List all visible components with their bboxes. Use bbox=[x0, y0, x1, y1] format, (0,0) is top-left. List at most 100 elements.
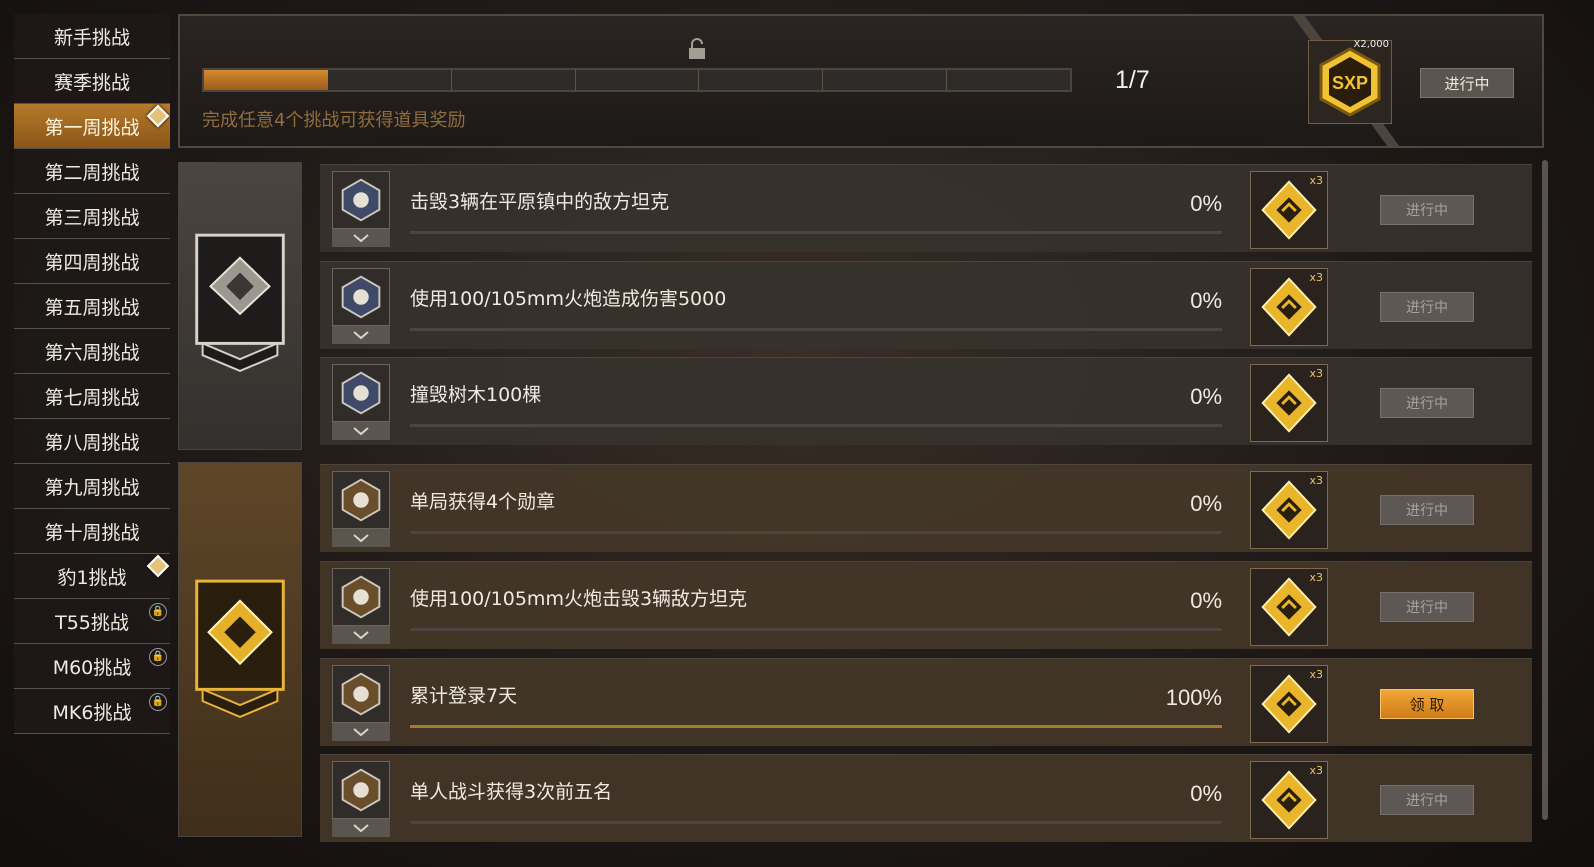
task-percent: 0% bbox=[1190, 491, 1222, 516]
sxp-status-button[interactable]: 进行中 bbox=[1420, 68, 1514, 98]
in-progress-button[interactable]: 进行中 bbox=[1380, 785, 1474, 815]
task-label: 撞毁树木100棵 bbox=[410, 384, 542, 406]
task-row: 单局获得4个勋章 0% x3 进行中 bbox=[320, 464, 1532, 552]
in-progress-button[interactable]: 进行中 bbox=[1380, 495, 1474, 525]
scrollbar[interactable] bbox=[1542, 160, 1548, 820]
sidebar-item-label: 第二周挑战 bbox=[44, 161, 140, 184]
task-row: 撞毁树木100棵 0% x3 进行中 bbox=[320, 357, 1532, 445]
sidebar-item-6[interactable]: 第四周挑战 bbox=[14, 239, 170, 284]
sidebar-item-label: 第五周挑战 bbox=[44, 296, 140, 319]
sidebar-item-label: 第四周挑战 bbox=[44, 251, 140, 274]
chevron-down-icon[interactable] bbox=[332, 229, 390, 247]
task-progress-bar bbox=[410, 424, 1222, 427]
sidebar-item-10[interactable]: 第八周挑战 bbox=[14, 419, 170, 464]
chevron-down-icon[interactable] bbox=[332, 819, 390, 837]
sidebar-item-3[interactable]: 第一周挑战 bbox=[14, 104, 170, 149]
task-reward[interactable]: x3 bbox=[1250, 171, 1328, 249]
task-progress-bar bbox=[410, 628, 1222, 631]
weekly-progress-panel: 1/7 完成任意4个挑战可获得道具奖励 X2,000 SXP 进行中 bbox=[178, 14, 1544, 148]
task-reward[interactable]: x3 bbox=[1250, 665, 1328, 743]
diamond-badge-icon bbox=[146, 554, 170, 578]
claim-button[interactable]: 领 取 bbox=[1380, 689, 1474, 719]
unlock-icon bbox=[689, 38, 705, 59]
lock-icon: 🔒 bbox=[149, 648, 167, 666]
progress-description: 完成任意4个挑战可获得道具奖励 bbox=[202, 110, 466, 131]
task-progress-bar bbox=[410, 531, 1222, 534]
task-reward[interactable]: x3 bbox=[1250, 568, 1328, 646]
task-reward[interactable]: x3 bbox=[1250, 471, 1328, 549]
sidebar-item-2[interactable]: 赛季挑战 bbox=[14, 59, 170, 104]
task-percent: 0% bbox=[1190, 191, 1222, 216]
reward-multiplier: x3 bbox=[1309, 571, 1323, 584]
chevron-down-icon[interactable] bbox=[332, 626, 390, 644]
sidebar-item-8[interactable]: 第六周挑战 bbox=[14, 329, 170, 374]
in-progress-button[interactable]: 进行中 bbox=[1380, 592, 1474, 622]
clock-icon bbox=[332, 665, 390, 723]
silver-emblem-icon bbox=[195, 233, 285, 373]
task-row: 单人战斗获得3次前五名 0% x3 进行中 bbox=[320, 754, 1532, 842]
sidebar-item-5[interactable]: 第三周挑战 bbox=[14, 194, 170, 239]
task-progress-fill bbox=[410, 725, 1222, 728]
task-row: 累计登录7天 100% x3 领 取 bbox=[320, 658, 1532, 746]
sidebar-item-16[interactable]: MK6挑战 🔒 bbox=[14, 689, 170, 734]
reward-multiplier: x3 bbox=[1309, 174, 1323, 187]
sidebar-item-label: 第六周挑战 bbox=[44, 341, 140, 364]
gold-emblem-icon bbox=[195, 579, 285, 718]
task-label: 使用100/105mm火炮造成伤害5000 bbox=[410, 288, 727, 310]
task-reward[interactable]: x3 bbox=[1250, 364, 1328, 442]
task-progress-bar bbox=[410, 821, 1222, 824]
sidebar-item-label: 豹1挑战 bbox=[57, 566, 127, 589]
group-panel-silver bbox=[178, 162, 302, 450]
medal-star-icon bbox=[332, 471, 390, 529]
sidebar-item-label: 第七周挑战 bbox=[44, 386, 140, 409]
sidebar-item-label: 新手挑战 bbox=[53, 26, 130, 49]
chevron-down-icon[interactable] bbox=[332, 326, 390, 344]
in-progress-button[interactable]: 进行中 bbox=[1380, 292, 1474, 322]
task-reward[interactable]: x3 bbox=[1250, 268, 1328, 346]
sidebar-item-label: 赛季挑战 bbox=[53, 71, 130, 94]
sidebar-item-11[interactable]: 第九周挑战 bbox=[14, 464, 170, 509]
task-percent: 0% bbox=[1190, 588, 1222, 613]
sxp-reward[interactable]: X2,000 SXP bbox=[1308, 39, 1392, 124]
task-progress-bar bbox=[410, 328, 1222, 331]
cannon-icon bbox=[332, 268, 390, 326]
sidebar-item-4[interactable]: 第二周挑战 bbox=[14, 149, 170, 194]
sidebar-item-label: T55挑战 bbox=[55, 611, 129, 634]
sidebar-item-14[interactable]: T55挑战 🔒 bbox=[14, 599, 170, 644]
reward-multiplier: x3 bbox=[1309, 764, 1323, 777]
sidebar-item-label: 第十周挑战 bbox=[44, 521, 140, 544]
sxp-multiplier: X2,000 bbox=[1353, 39, 1389, 50]
sidebar-item-label: 第一周挑战 bbox=[44, 116, 140, 139]
chevron-down-icon[interactable] bbox=[332, 529, 390, 547]
sidebar-item-label: MK6挑战 bbox=[52, 701, 132, 724]
crown-icon bbox=[332, 761, 390, 819]
reward-multiplier: x3 bbox=[1309, 668, 1323, 681]
in-progress-button[interactable]: 进行中 bbox=[1380, 388, 1474, 418]
sidebar-item-label: 第三周挑战 bbox=[44, 206, 140, 229]
sidebar-item-15[interactable]: M60挑战 🔒 bbox=[14, 644, 170, 689]
in-progress-button[interactable]: 进行中 bbox=[1380, 195, 1474, 225]
task-progress-bar bbox=[410, 231, 1222, 234]
task-reward[interactable]: x3 bbox=[1250, 761, 1328, 839]
task-progress-bar bbox=[410, 725, 1222, 728]
cannon-icon bbox=[332, 568, 390, 626]
task-percent: 0% bbox=[1190, 288, 1222, 313]
task-row: 击毁3辆在平原镇中的敌方坦克 0% x3 进行中 bbox=[320, 164, 1532, 252]
sidebar-item-13[interactable]: 豹1挑战 bbox=[14, 554, 170, 599]
sidebar-item-1[interactable]: 新手挑战 bbox=[14, 14, 170, 59]
lock-icon: 🔒 bbox=[149, 603, 167, 621]
task-percent: 100% bbox=[1165, 685, 1222, 710]
challenge-progress-bar bbox=[202, 68, 1072, 92]
diamond-badge-icon bbox=[146, 104, 170, 128]
sidebar-item-9[interactable]: 第七周挑战 bbox=[14, 374, 170, 419]
lock-icon: 🔒 bbox=[149, 693, 167, 711]
task-percent: 0% bbox=[1190, 781, 1222, 806]
sxp-label: SXP bbox=[1332, 73, 1368, 93]
chevron-down-icon[interactable] bbox=[332, 422, 390, 440]
task-row: 使用100/105mm火炮造成伤害5000 0% x3 进行中 bbox=[320, 261, 1532, 349]
reward-multiplier: x3 bbox=[1309, 474, 1323, 487]
sidebar-item-7[interactable]: 第五周挑战 bbox=[14, 284, 170, 329]
car-crash-icon bbox=[332, 364, 390, 422]
sidebar-item-12[interactable]: 第十周挑战 bbox=[14, 509, 170, 554]
chevron-down-icon[interactable] bbox=[332, 723, 390, 741]
